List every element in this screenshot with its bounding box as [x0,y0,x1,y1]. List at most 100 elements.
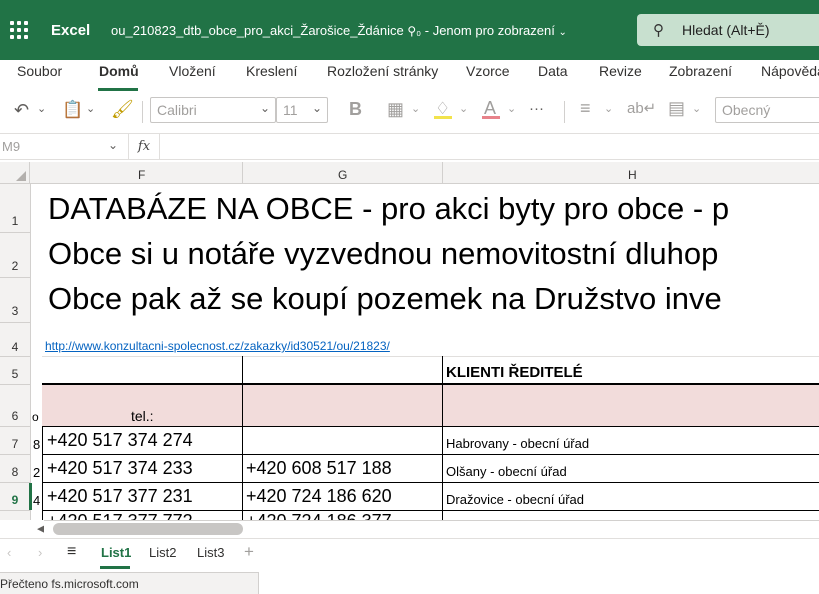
row-divider [0,426,30,427]
row-divider [0,232,30,233]
chevron-down-icon[interactable]: ⌄ [507,102,516,115]
row-divider [0,510,30,511]
column-divider [442,162,443,184]
prev-sheet-icon[interactable]: ‹ [7,545,11,560]
status-bar: Přečteno fs.microsoft.com [0,572,259,594]
f9-phone[interactable]: +420 517 377 231 [47,486,193,507]
format-painter-icon[interactable]: 🖌 [111,99,134,120]
add-sheet-icon[interactable]: + [244,542,254,562]
font-size-select[interactable]: 11 ⌄ [276,97,328,123]
number-format-select[interactable]: Obecný [715,97,819,123]
align-icon[interactable]: ≡ [580,98,591,119]
tab-napoveda[interactable]: Nápověda [761,63,819,79]
search-label: Hledat (Alt+Ě) [682,22,770,38]
h8-office[interactable]: Olšany - obecní úřad [446,464,567,479]
font-name-select[interactable]: Calibri ⌄ [150,97,276,123]
g9-phone[interactable]: +420 724 186 620 [246,486,392,507]
font-size-value: 11 [283,102,298,118]
tab-domu[interactable]: Domů [99,63,139,79]
row-header-6[interactable]: 6 [0,409,30,423]
scroll-thumb[interactable] [53,523,243,535]
tab-zobrazeni[interactable]: Zobrazení [669,63,732,79]
row-header-9[interactable]: 9 [0,493,30,507]
chevron-down-icon[interactable]: ⌄ [459,102,468,115]
g10-clip: +420 724 186 377 [244,511,442,520]
title-line-3[interactable]: Obce pak až se koupí pozemek na Družstvo… [48,281,722,317]
view-mode: Jenom pro zobrazení [432,23,555,38]
tab-data[interactable]: Data [538,63,568,79]
tab-vzorce[interactable]: Vzorce [466,63,510,79]
g8-phone[interactable]: +420 608 517 188 [246,458,392,479]
document-title[interactable]: ou_210823_dtb_obce_pro_akci_Žarošice_Ždá… [111,23,567,38]
app-name[interactable]: Excel [51,22,90,39]
cell-border [42,426,819,427]
row-header-7[interactable]: 7 [0,437,30,451]
sheet-tab-list2[interactable]: List2 [149,545,176,560]
row-header-4[interactable]: 4 [0,340,30,354]
row-header-1[interactable]: 1 [0,214,30,228]
more-options-icon[interactable]: ··· [529,100,544,117]
chevron-down-icon[interactable]: ⌄ [411,102,420,115]
document-name: ou_210823_dtb_obce_pro_akci_Žarošice_Ždá… [111,23,404,38]
cell-border [42,454,819,455]
column-header-f[interactable]: F [138,168,145,182]
chevron-down-icon[interactable]: ⌄ [604,102,613,115]
formula-bar[interactable] [0,133,819,160]
column-header-g[interactable]: G [338,168,347,182]
row-header-2[interactable]: 2 [0,259,30,273]
row-divider [0,356,30,357]
paste-icon[interactable]: 📋 [62,100,83,120]
fill-color-swatch [434,116,452,119]
tab-revize[interactable]: Revize [599,63,642,79]
name-box[interactable]: M9 ⌄ [0,133,120,160]
row-6-fill [42,385,819,426]
status-text: Přečteno fs.microsoft.com [0,577,139,591]
tab-soubor[interactable]: Soubor [17,63,62,79]
f8-phone[interactable]: +420 517 374 233 [47,458,193,479]
selection-indicator [29,483,32,510]
active-tab-indicator [98,88,138,91]
tab-rozlozeni-stranky[interactable]: Rozložení stránky [327,63,438,79]
column-header-h[interactable]: H [628,168,637,182]
select-all-corner[interactable] [0,162,30,184]
title-line-2[interactable]: Obce si u notáře vyzvednou nemovitostní … [48,236,718,272]
font-name-value: Calibri [157,102,197,118]
row-header-5[interactable]: 5 [0,367,30,381]
f7-phone[interactable]: +420 517 374 274 [47,430,193,451]
next-sheet-icon[interactable]: › [38,545,42,560]
g10-phone[interactable]: +420 724 186 377 [246,511,392,520]
borders-icon[interactable]: ▦ [387,99,404,120]
app-launcher-icon[interactable] [10,21,28,39]
row-header-3[interactable]: 3 [0,304,30,318]
sheet-tab-list1[interactable]: List1 [101,545,131,560]
divider [564,101,565,123]
h7-office[interactable]: Habrovany - obecní úřad [446,436,589,451]
f6-tel-label[interactable]: tel.: [131,408,154,424]
merge-cells-icon[interactable]: ▤ [668,98,685,119]
row-divider [0,277,30,278]
function-icon[interactable]: fx [128,134,160,159]
h9-office[interactable]: Dražovice - obecní úřad [446,492,584,507]
cell-border [42,426,43,520]
chevron-down-icon[interactable]: ⌄ [86,102,95,115]
sheet-tab-list3[interactable]: List3 [197,545,224,560]
undo-icon[interactable]: ↶ [14,100,29,121]
link-cell[interactable]: http://www.konzultacni-spolecnost.cz/zak… [45,339,390,353]
row-header-8[interactable]: 8 [0,465,30,479]
wrap-text-icon[interactable]: ab↵ [627,99,656,117]
chevron-down-icon: ⌄ [108,138,119,152]
f10-phone[interactable]: +420 517 377 772 [47,511,193,520]
tab-kresleni[interactable]: Kreslení [246,63,297,79]
chevron-down-icon[interactable]: ⌄ [37,102,46,115]
shared-people-icon: ⚲₀ [407,24,422,38]
title-line-1[interactable]: DATABÁZE NA OBCE - pro akci byty pro obc… [48,191,729,227]
e8-fragment: 2 [33,465,41,480]
search-box[interactable]: ⚲ Hledat (Alt+Ě) [637,14,819,46]
bold-icon[interactable]: B [349,99,362,120]
h5-klienti-reditele[interactable]: KLIENTI ŘEDITELÉ [446,364,583,381]
chevron-down-icon[interactable]: ⌄ [692,102,701,115]
cell-border [42,383,819,385]
chevron-down-icon: ⌄ [311,101,322,115]
all-sheets-menu-icon[interactable]: ≡ [67,543,76,561]
tab-vlozeni[interactable]: Vložení [169,63,216,79]
